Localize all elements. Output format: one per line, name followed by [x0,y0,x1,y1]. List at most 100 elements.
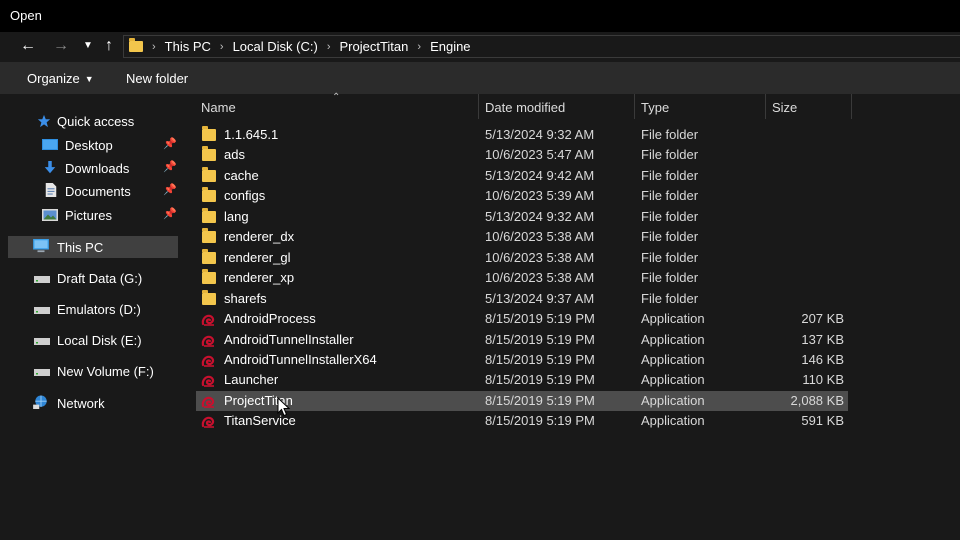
up-arrow-icon[interactable]: ↑ [99,36,119,56]
file-row[interactable]: ads 10/6/2023 5:47 AM File folder [196,145,848,165]
organize-label: Organize [27,71,80,86]
file-name: renderer_gl [224,249,291,265]
pictures-icon [42,209,58,221]
file-row[interactable]: AndroidTunnelInstaller 8/15/2019 5:19 PM A… [196,330,848,350]
breadcrumb-item[interactable]: Engine [430,39,470,54]
file-date: 8/15/2019 5:19 PM [485,392,595,408]
forward-arrow-icon[interactable]: → [51,36,71,56]
recent-locations-chevron-icon[interactable]: ▼ [78,36,98,56]
file-date: 8/15/2019 5:19 PM [485,331,595,347]
breadcrumb-item[interactable]: ProjectTitan [340,39,409,54]
nav-item-network[interactable]: Network [8,392,178,414]
file-row[interactable]: AndroidProcess 8/15/2019 5:19 PM Applicati… [196,309,848,329]
file-row[interactable]: Launcher 8/15/2019 5:19 PM Application 110 … [196,370,848,390]
column-divider[interactable] [634,94,635,119]
file-row[interactable]: configs 10/6/2023 5:39 AM File folder [196,186,848,206]
nav-label: Network [57,396,105,411]
nav-item-pictures[interactable]: Pictures 📌 [8,204,178,226]
breadcrumb: › This PC › Local Disk (C:) › ProjectTitan › En… [124,36,471,57]
application-icon [201,353,217,368]
pin-icon[interactable]: 📌 [163,137,177,150]
breadcrumb-chevron-icon[interactable]: › [327,41,331,53]
file-date: 8/15/2019 5:19 PM [485,311,595,327]
folder-icon [202,269,216,285]
file-type: File folder [641,270,699,286]
nav-item-downloads[interactable]: Downloads 📌 [8,157,178,179]
file-type: File folder [641,147,699,163]
folder-icon [202,228,216,244]
file-row[interactable]: TitanService 8/15/2019 5:19 PM Application… [196,411,848,431]
sort-up-icon: ⌃ [332,92,341,103]
address-bar[interactable]: › This PC › Local Disk (C:) › ProjectTitan › En… [123,35,960,58]
pin-icon[interactable]: 📌 [163,160,177,173]
nav-item-this-pc[interactable]: This PC [8,236,178,258]
computer-icon [33,239,49,253]
nav-label: Draft Data (G:) [57,271,143,286]
file-row[interactable]: ProjectTitan 8/15/2019 5:19 PM Application… [196,390,848,411]
pin-icon[interactable]: 📌 [163,183,177,196]
document-icon [45,183,57,197]
file-type: File folder [641,127,699,142]
column-header-name[interactable]: Name [201,100,236,115]
file-type: File folder [641,249,699,265]
file-size: 146 KB [801,351,844,367]
application-icon [201,414,217,429]
column-header-size[interactable]: Size [772,100,797,115]
file-size: 591 KB [801,413,844,429]
nav-item-quick-access[interactable]: Quick access [8,110,178,132]
nav-item-documents[interactable]: Documents 📌 [8,180,178,202]
nav-item-desktop[interactable]: Desktop 📌 [8,134,178,156]
application-icon [201,394,217,409]
file-size: 207 KB [801,311,844,327]
new-folder-button[interactable]: New folder [126,71,188,86]
column-header-date[interactable]: Date modified [485,100,565,115]
nav-label: Emulators (D:) [57,302,141,317]
file-name: AndroidTunnelInstaller [224,331,354,347]
back-arrow-icon[interactable]: ← [18,36,38,56]
file-row[interactable]: cache 5/13/2024 9:42 AM File folder [196,166,848,186]
file-row[interactable]: lang 5/13/2024 9:32 AM File folder [196,207,848,227]
nav-item-drive-f[interactable]: New Volume (F:) [8,360,178,382]
file-date: 5/13/2024 9:42 AM [485,167,595,183]
column-divider[interactable] [478,94,479,119]
organize-button[interactable]: Organize ▼ [27,71,94,86]
nav-item-drive-g[interactable]: Draft Data (G:) [8,267,178,289]
column-header-type[interactable]: Type [641,100,669,115]
column-divider[interactable] [765,94,766,119]
file-row[interactable]: renderer_xp 10/6/2023 5:38 AM File folder [196,268,848,288]
breadcrumb-item[interactable]: Local Disk (C:) [233,39,318,54]
file-name: AndroidTunnelInstallerX64 [224,351,377,367]
drive-icon [34,369,50,376]
nav-item-drive-d[interactable]: Emulators (D:) [8,298,178,320]
nav-label: Local Disk (E:) [57,333,142,348]
breadcrumb-chevron-icon[interactable]: › [417,41,421,53]
file-name: configs [224,188,266,204]
file-type: Application [641,331,705,347]
nav-item-drive-e[interactable]: Local Disk (E:) [8,329,178,351]
file-type: File folder [641,229,699,245]
column-divider[interactable] [851,94,852,119]
nav-label: Desktop [65,138,113,153]
file-date: 10/6/2023 5:47 AM [485,147,595,163]
breadcrumb-chevron-icon[interactable]: › [220,41,224,53]
chevron-down-icon: ▼ [84,74,94,84]
file-row[interactable]: renderer_gl 10/6/2023 5:38 AM File folder [196,248,848,268]
file-date: 10/6/2023 5:39 AM [485,188,595,204]
file-name: cache [224,167,259,183]
application-icon [201,333,217,348]
file-type: Application [641,351,705,367]
file-row[interactable]: 1.1.645.1 5/13/2024 9:32 AM File folder [196,125,848,145]
file-row[interactable]: AndroidTunnelInstallerX64 8/15/2019 5:19 … [196,350,848,370]
nav-label: New Volume (F:) [57,364,154,379]
breadcrumb-chevron-icon[interactable]: › [152,41,156,53]
file-date: 5/13/2024 9:32 AM [485,208,595,224]
file-row[interactable]: renderer_dx 10/6/2023 5:38 AM File folder [196,227,848,247]
folder-icon [202,146,216,162]
file-name: ads [224,147,245,163]
breadcrumb-item[interactable]: This PC [165,39,211,54]
star-icon [37,114,51,128]
file-row[interactable]: sharefs 5/13/2024 9:37 AM File folder [196,289,848,309]
pin-icon[interactable]: 📌 [163,207,177,220]
file-type: Application [641,392,705,408]
file-name: Launcher [224,372,279,388]
